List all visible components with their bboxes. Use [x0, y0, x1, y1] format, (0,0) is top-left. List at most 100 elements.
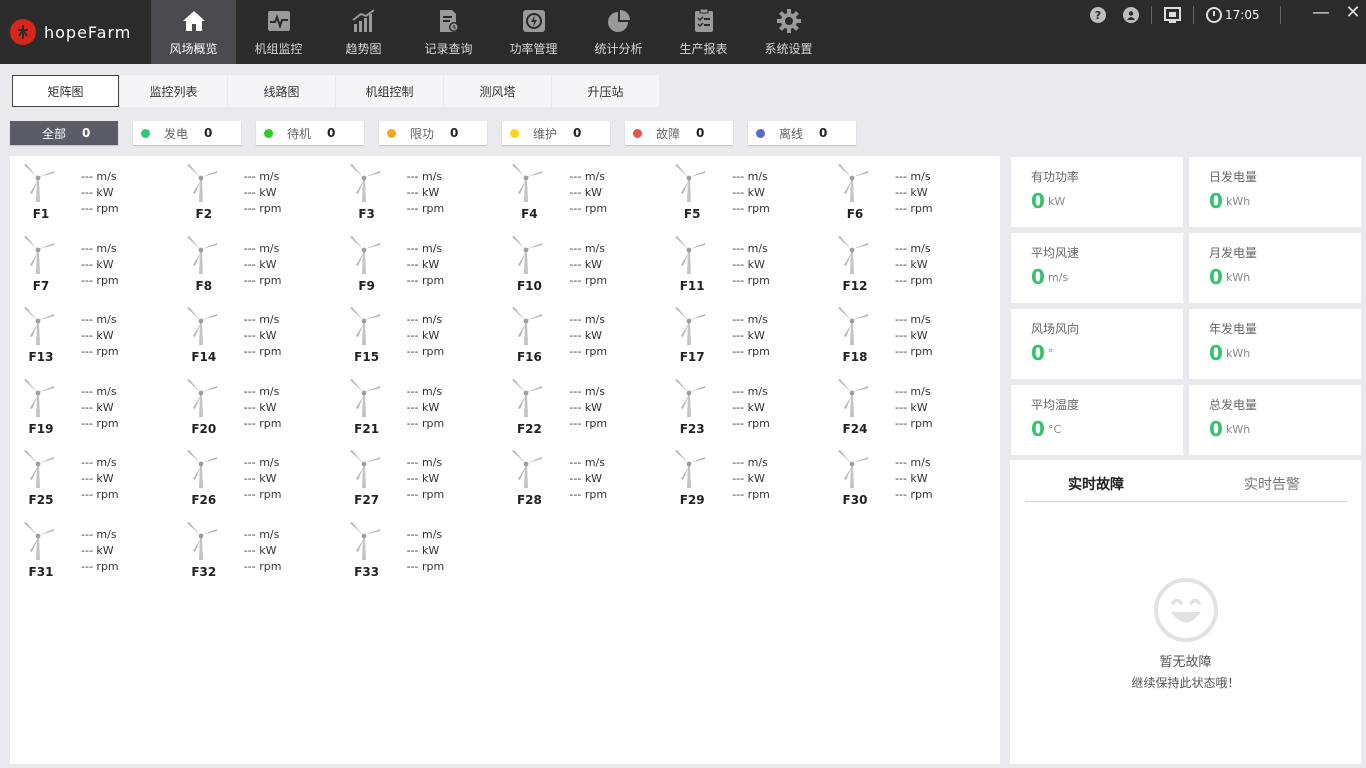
- wind-turbine-icon: [346, 162, 382, 205]
- screen-lock-icon[interactable]: [1164, 6, 1181, 24]
- status-filter[interactable]: 离线 0: [748, 121, 856, 145]
- turbine-cell[interactable]: F16 --- m/s --- kW --- rpm: [498, 299, 661, 369]
- turbine-name: F16: [516, 350, 542, 364]
- reading-unit: rpm: [259, 202, 282, 215]
- reading-unit: m/s: [96, 456, 117, 469]
- status-filter[interactable]: 限功 0: [379, 121, 487, 145]
- help-icon[interactable]: ?: [1090, 7, 1106, 23]
- reading-unit: kW: [422, 400, 440, 414]
- turbine-cell[interactable]: F22 --- m/s --- kW --- rpm: [498, 371, 661, 441]
- status-filter[interactable]: 维护 0: [502, 121, 610, 145]
- turbine-cell[interactable]: F11 --- m/s --- kW --- rpm: [661, 228, 824, 298]
- turbine-name: F28: [516, 493, 542, 507]
- turbine-cell[interactable]: F14 --- m/s --- kW --- rpm: [173, 299, 336, 369]
- status-filter[interactable]: 发电 0: [133, 121, 241, 145]
- tab-realtime-alert[interactable]: 实时告警: [1244, 474, 1300, 494]
- tab-realtime-fault[interactable]: 实时故障: [1068, 474, 1124, 494]
- status-filter[interactable]: 待机 0: [256, 121, 364, 145]
- subtab-5[interactable]: 升压站: [552, 75, 659, 107]
- reading-unit: kW: [96, 186, 114, 199]
- wind-speed-reading: --- m/s: [407, 312, 445, 328]
- power-reading: --- kW: [81, 185, 119, 201]
- turbine-cell[interactable]: F20 --- m/s --- kW --- rpm: [173, 371, 336, 441]
- wind-turbine-icon: [834, 305, 870, 348]
- turbine-readings: --- m/s --- kW --- rpm: [244, 241, 282, 289]
- turbine-cell[interactable]: F18 --- m/s --- kW --- rpm: [824, 299, 987, 369]
- subtab-2[interactable]: 线路图: [228, 75, 335, 107]
- nav-item-report[interactable]: 生产报表: [661, 0, 746, 64]
- turbine-readings: --- m/s --- kW --- rpm: [895, 384, 933, 432]
- power-reading: --- kW: [407, 185, 445, 201]
- turbine-cell[interactable]: F23 --- m/s --- kW --- rpm: [661, 371, 824, 441]
- reading-unit: kW: [747, 257, 765, 271]
- power-reading: --- kW: [895, 471, 933, 487]
- turbine-cell[interactable]: F7 --- m/s --- kW --- rpm: [10, 228, 173, 298]
- reading-value: ---: [406, 543, 419, 557]
- turbine-cell[interactable]: F12 --- m/s --- kW --- rpm: [824, 228, 987, 298]
- stat-unit: kW: [1048, 195, 1066, 208]
- turbine-cell[interactable]: F26 --- m/s --- kW --- rpm: [173, 442, 336, 512]
- nav-item-power-management[interactable]: 功率管理: [491, 0, 576, 64]
- nav-item-monitor-pulse[interactable]: 机组监控: [236, 0, 321, 64]
- reading-unit: kW: [910, 257, 928, 271]
- status-filter[interactable]: 故障 0: [625, 121, 733, 145]
- turbine-cell[interactable]: F24 --- m/s --- kW --- rpm: [824, 371, 987, 441]
- turbine-cell[interactable]: F9 --- m/s --- kW --- rpm: [336, 228, 499, 298]
- turbine-cell[interactable]: F29 --- m/s --- kW --- rpm: [661, 442, 824, 512]
- status-filters: 全部 0 发电 0 待机 0 限功 0 维护 0 故障 0 离线 0: [10, 121, 871, 145]
- turbine-cell[interactable]: F15 --- m/s --- kW --- rpm: [336, 299, 499, 369]
- reading-value: ---: [895, 456, 907, 469]
- turbine-cell[interactable]: F3 --- m/s --- kW --- rpm: [336, 156, 499, 226]
- wind-turbine-icon: [183, 162, 219, 205]
- turbine-name: F14: [191, 350, 217, 364]
- reading-value: ---: [243, 416, 256, 430]
- turbine-cell[interactable]: F13 --- m/s --- kW --- rpm: [10, 299, 173, 369]
- subtab-4[interactable]: 测风塔: [444, 75, 551, 107]
- rotor-speed-reading: --- rpm: [244, 559, 282, 575]
- wind-speed-reading: --- m/s: [732, 312, 770, 328]
- turbine-cell[interactable]: F2 --- m/s --- kW --- rpm: [173, 156, 336, 226]
- reading-value: ---: [81, 400, 93, 414]
- reading-unit: kW: [422, 543, 440, 557]
- subtab-1[interactable]: 监控列表: [120, 75, 227, 107]
- subtab-0[interactable]: 矩阵图: [12, 75, 119, 107]
- turbine-cell[interactable]: F21 --- m/s --- kW --- rpm: [336, 371, 499, 441]
- turbine-cell[interactable]: F33 --- m/s --- kW --- rpm: [336, 514, 499, 584]
- nav-item-record-search[interactable]: 记录查询: [406, 0, 491, 64]
- reading-value: ---: [406, 186, 419, 199]
- wind-speed-reading: --- m/s: [81, 455, 119, 471]
- turbine-readings: --- m/s --- kW --- rpm: [81, 384, 119, 432]
- turbine-cell[interactable]: F31 --- m/s --- kW --- rpm: [10, 514, 173, 584]
- turbine-name: F27: [354, 493, 380, 507]
- nav-item-gear[interactable]: 系统设置: [746, 0, 831, 64]
- turbine-cell[interactable]: F27 --- m/s --- kW --- rpm: [336, 442, 499, 512]
- minimize-icon[interactable]: —: [1312, 4, 1330, 22]
- turbine-name: F9: [358, 278, 375, 293]
- turbine-cell[interactable]: F1 --- m/s --- kW --- rpm: [10, 156, 173, 226]
- turbine-cell[interactable]: F28 --- m/s --- kW --- rpm: [498, 442, 661, 512]
- rotor-speed-reading: --- rpm: [81, 344, 119, 360]
- subtab-3[interactable]: 机组控制: [336, 75, 443, 107]
- reading-value: ---: [81, 384, 93, 398]
- status-filter[interactable]: 全部 0: [10, 121, 118, 145]
- turbine-cell[interactable]: F17 --- m/s --- kW --- rpm: [661, 299, 824, 369]
- nav-item-trend-chart[interactable]: 趋势图: [321, 0, 406, 64]
- turbine-cell[interactable]: F30 --- m/s --- kW --- rpm: [824, 442, 987, 512]
- turbine-cell[interactable]: F10 --- m/s --- kW --- rpm: [498, 228, 661, 298]
- turbine-cell[interactable]: F19 --- m/s --- kW --- rpm: [10, 371, 173, 441]
- turbine-cell[interactable]: F6 --- m/s --- kW --- rpm: [824, 156, 987, 226]
- filter-label: 发电: [164, 126, 189, 141]
- power-reading: --- kW: [407, 471, 445, 487]
- user-icon[interactable]: [1123, 7, 1139, 23]
- close-icon[interactable]: ✕: [1344, 4, 1362, 22]
- home-icon: [181, 8, 207, 34]
- nav-item-pie-chart[interactable]: 统计分析: [576, 0, 661, 64]
- turbine-cell[interactable]: F5 --- m/s --- kW --- rpm: [661, 156, 824, 226]
- nav-item-home[interactable]: 风场概览: [151, 0, 236, 64]
- turbine-cell[interactable]: F32 --- m/s --- kW --- rpm: [173, 514, 336, 584]
- turbine-cell[interactable]: F25 --- m/s --- kW --- rpm: [10, 442, 173, 512]
- tab-divider: [1025, 501, 1347, 502]
- turbine-cell[interactable]: F8 --- m/s --- kW --- rpm: [173, 228, 336, 298]
- reading-unit: m/s: [910, 241, 931, 255]
- turbine-cell[interactable]: F4 --- m/s --- kW --- rpm: [498, 156, 661, 226]
